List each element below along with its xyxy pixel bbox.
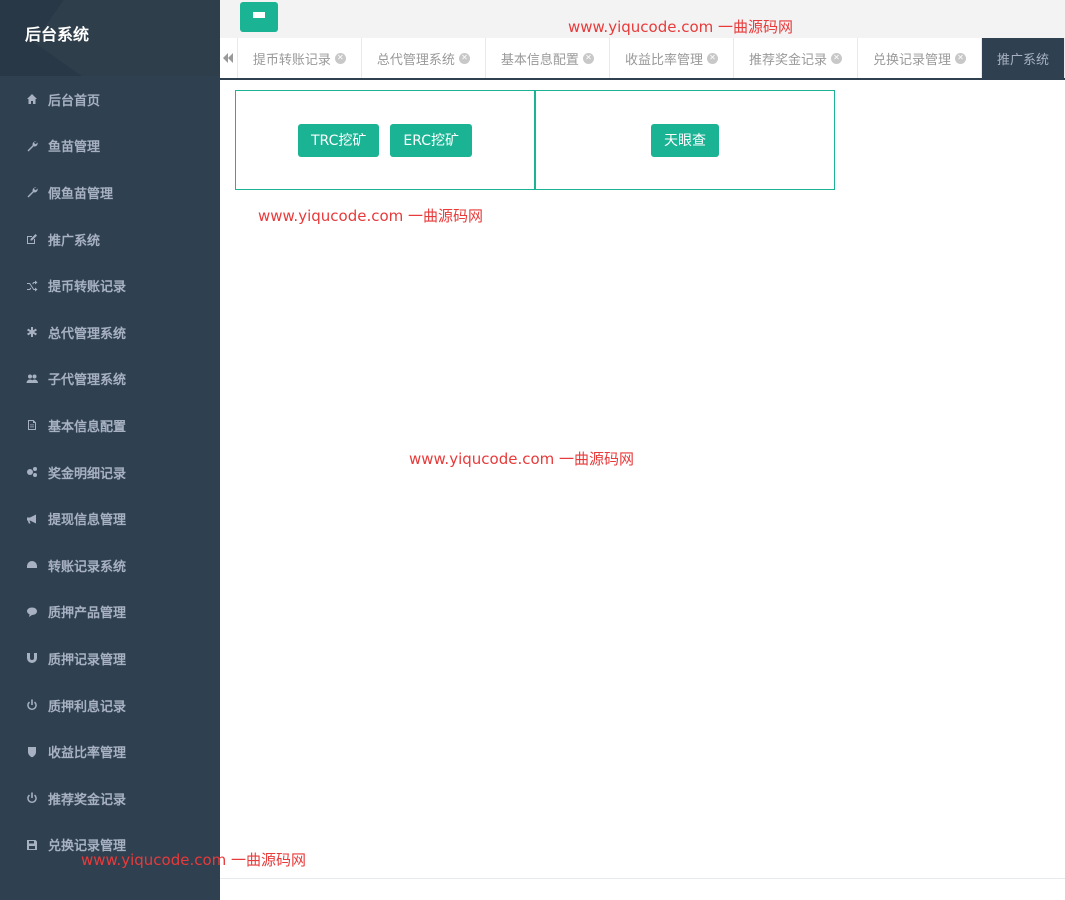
power-icon [25,791,39,805]
tab[interactable]: 提币转账记录 ✕ [238,38,362,78]
edit-icon [25,232,39,246]
sidebar-item-label: 子代管理系统 [48,373,127,389]
sidebar-item-label: 奖金明细记录 [48,466,127,482]
tab-scroll-left-button[interactable] [220,38,238,78]
sidebar-item[interactable]: 推广系统 [0,216,220,263]
sidebar-item-label: 质押产品管理 [48,606,127,622]
home-icon [25,92,39,106]
tab-label: 推广系统 [996,52,1049,68]
backward-icon [223,53,234,63]
tab-label: 收益比率管理 [624,52,703,68]
action-button[interactable]: 天眼查 [651,123,719,157]
sidebar-nav: 后台首页鱼苗管理假鱼苗管理推广系统提币转账记录 总代管理系统 子代管理系统 基本信息配… [0,76,220,868]
watermark-text: www.yiqucode.com 一曲源码网 [568,18,794,36]
sidebar-item-label: 转账记录系统 [48,559,127,575]
sidebar-item[interactable]: 总代管理系统 [0,309,220,356]
close-icon[interactable]: ✕ [830,52,842,64]
tab[interactable]: 总代管理系统 ✕ [362,38,486,78]
shield-icon [25,745,39,759]
tab-label: 推荐奖金记录 [748,52,827,68]
lookup-panel: 天眼查 [535,90,835,190]
hamburger-icon [253,12,265,22]
sidebar-item-label: 总代管理系统 [48,326,127,342]
tab-label: 提币转账记录 [252,52,331,68]
footer-divider [220,878,1065,879]
close-icon[interactable]: ✕ [458,52,470,64]
close-icon[interactable]: ✕ [706,52,718,64]
tab-label: 兑换记录管理 [872,52,951,68]
shuffle-icon [25,279,39,293]
tab-label: 基本信息配置 [500,52,579,68]
sidebar-item[interactable]: 质押记录管理 [0,635,220,682]
sidebar: 后台系统 后台首页鱼苗管理假鱼苗管理推广系统提币转账记录 总代管理系统 子代管理系统… [0,0,220,900]
page-tabs: 提币转账记录 ✕ 总代管理系统 ✕ 基本信息配置 ✕ 收益比率管理 ✕ 推荐奖金记录 ✕ 兑换记录管… [220,38,1065,80]
wrench-icon [25,139,39,153]
watermark-text: www.yiqucode.com 一曲源码网 [409,450,635,468]
close-icon[interactable]: ✕ [334,52,346,64]
close-icon[interactable]: ✕ [954,52,966,64]
sidebar-item[interactable]: 后台首页 [0,76,220,123]
bullhorn-icon [25,512,39,526]
wrench-icon [25,185,39,199]
close-icon[interactable]: ✕ [582,52,594,64]
sidebar-item-label: 鱼苗管理 [48,140,101,156]
asterisk-icon [25,325,39,339]
sidebar-item[interactable]: 基本信息配置 [0,402,220,449]
sidebar-item-label: 质押利息记录 [48,699,127,715]
sidebar-item[interactable]: 提币转账记录 [0,262,220,309]
file-icon [25,418,39,432]
cogs-icon [25,465,39,479]
sidebar-item[interactable]: 推荐奖金记录 [0,775,220,822]
brand-header: 后台系统 [0,0,220,76]
tab[interactable]: 基本信息配置 ✕ [486,38,610,78]
sidebar-item[interactable]: 提现信息管理 [0,495,220,542]
dashboard-icon [25,558,39,572]
sidebar-item[interactable]: 质押产品管理 [0,589,220,636]
tab-active[interactable]: 推广系统 [981,38,1065,78]
sidebar-item[interactable]: 鱼苗管理 [0,123,220,170]
sidebar-item[interactable]: 质押利息记录 [0,682,220,729]
power-icon [25,698,39,712]
save-icon [25,838,39,852]
action-button[interactable]: ERC挖矿 [390,123,472,157]
sidebar-item[interactable]: 奖金明细记录 [0,449,220,496]
mining-panel: TRC挖矿 ERC挖矿 [235,90,535,190]
sidebar-item-label: 后台首页 [48,93,101,109]
watermark-text: www.yiqucode.com 一曲源码网 [258,207,484,225]
sidebar-item[interactable]: 假鱼苗管理 [0,169,220,216]
sidebar-item-label: 推广系统 [48,233,101,249]
sidebar-item[interactable]: 转账记录系统 [0,542,220,589]
sidebar-item-label: 假鱼苗管理 [48,186,114,202]
sidebar-item-label: 提现信息管理 [48,513,127,529]
tab[interactable]: 兑换记录管理 ✕ [858,38,982,78]
sidebar-item-label: 提币转账记录 [48,280,127,296]
sidebar-item-label: 质押记录管理 [48,652,127,668]
watermark-text: www.yiqucode.com 一曲源码网 [81,851,307,869]
magnet-icon [25,651,39,665]
tab[interactable]: 推荐奖金记录 ✕ [734,38,858,78]
sidebar-item-label: 收益比率管理 [48,746,127,762]
tab[interactable]: 收益比率管理 ✕ [610,38,734,78]
action-button[interactable]: TRC挖矿 [297,123,380,157]
sidebar-item-label: 推荐奖金记录 [48,792,127,808]
tab-label: 总代管理系统 [376,52,455,68]
brand-title: 后台系统 [25,25,90,44]
sidebar-item[interactable]: 子代管理系统 [0,356,220,403]
sidebar-item-label: 基本信息配置 [48,419,127,435]
sidebar-item[interactable]: 收益比率管理 [0,728,220,775]
comment-icon [25,605,39,619]
users-icon [25,372,39,386]
main-content: TRC挖矿 ERC挖矿 天眼查 [220,80,1065,878]
menu-toggle-button[interactable] [240,2,278,32]
